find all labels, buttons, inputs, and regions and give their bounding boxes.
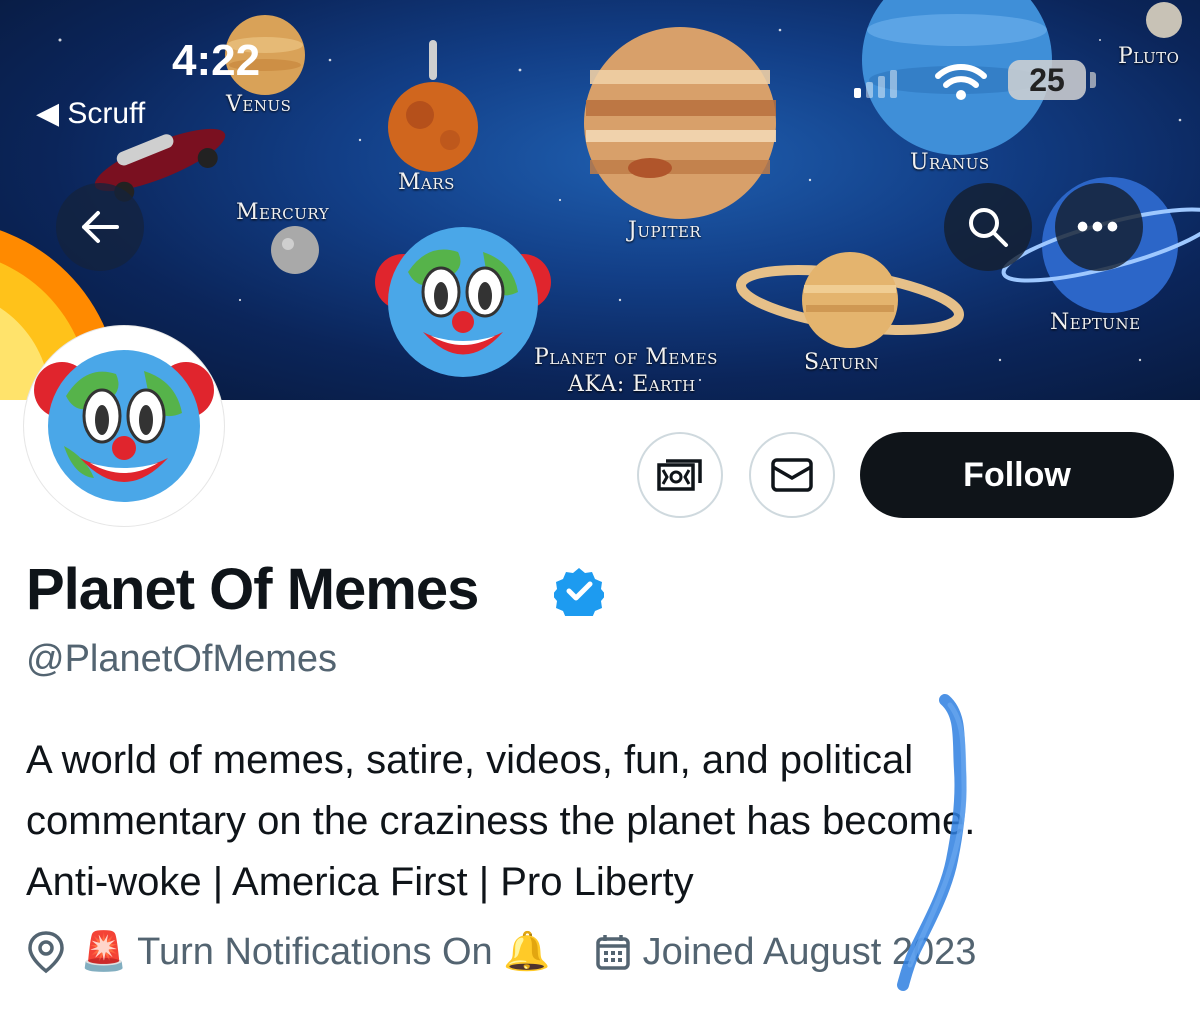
message-button[interactable] [749,432,835,518]
label-earth-line2: AKA: Earth [568,372,696,397]
battery-tip [1090,72,1096,88]
label-saturn: Saturn [804,350,880,375]
wifi-icon [935,64,987,100]
back-triangle-icon: ◀ [36,97,68,130]
label-pluto: Pluto [1118,44,1180,69]
arrow-left-icon [82,211,119,243]
display-name: Planet Of Memes [26,557,479,622]
label-neptune: Neptune [1050,310,1141,335]
label-mercury: Mercury [236,200,330,225]
label-uranus: Uranus [910,150,990,175]
location-pin-icon [28,931,64,974]
bio: A world of memes, satire, videos, fun, a… [26,730,1176,913]
search-button[interactable] [944,183,1032,271]
follow-button[interactable]: Follow [860,432,1174,518]
battery-indicator: 25 [1008,60,1086,100]
label-mars: Mars [398,170,455,195]
calendar-icon [595,935,630,970]
subscribe-button[interactable] [637,432,723,518]
more-button[interactable]: ••• [1055,183,1143,271]
money-icon [657,459,702,491]
location-text: 🚨 Turn Notifications On 🔔 [80,931,551,973]
clown-earth-avatar-icon [34,350,214,502]
cut-off-line [26,998,86,1012]
search-icon [969,208,1008,247]
profile-meta: 🚨 Turn Notifications On 🔔 Joined August … [26,925,976,979]
label-venus: Venus [226,92,292,117]
avatar[interactable] [24,326,224,526]
status-time: 4:22 [172,36,261,85]
label-jupiter: Jupiter [628,218,702,243]
label-earth-line1: Planet of Memes [534,345,718,370]
bio-line-1: A world of memes, satire, videos, fun, a… [26,738,914,782]
bio-line-3: Anti-woke | America First | Pro Liberty [26,860,694,904]
back-to-app[interactable]: ◀ Scruff [36,96,145,131]
envelope-icon [771,458,813,492]
back-button[interactable] [56,183,144,271]
more-icon: ••• [1076,207,1122,246]
bio-line-2: commentary on the craziness the planet h… [26,799,976,843]
joined-date: Joined August 2023 [642,930,977,973]
verified-badge-icon[interactable] [554,566,604,616]
handle: @PlanetOfMemes [26,638,338,680]
back-app-label: Scruff [67,97,146,130]
